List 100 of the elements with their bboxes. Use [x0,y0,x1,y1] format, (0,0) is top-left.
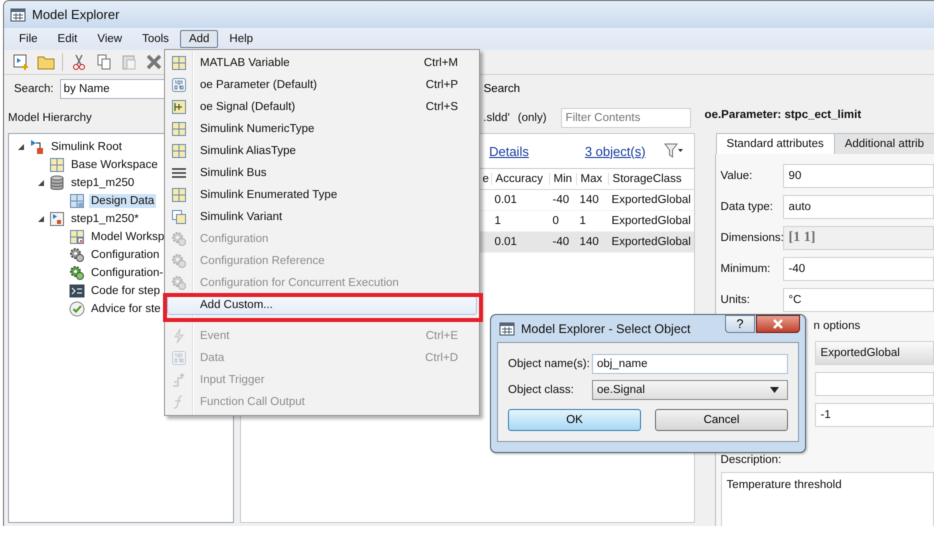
caret-icon [770,387,779,393]
tree-item[interactable]: Configuration- [89,266,166,280]
grid-icon [171,187,187,203]
value-field[interactable]: 90 [782,164,934,188]
ok-button[interactable]: OK [508,409,641,431]
menu-item[interactable]: View [88,30,132,48]
table-cell-text: 0.01 [494,236,518,248]
menu-item[interactable]: Add [180,30,218,48]
gear-icon [171,231,187,247]
name-field[interactable]: obj_name [592,354,788,374]
block-diagram-icon [29,139,45,155]
menu-item[interactable]: oe Parameter (Default) Ctrl+P [193,76,477,94]
menu-item[interactable]: Simulink Variant [193,208,477,226]
table-cell-text: ExportedGlobal [610,194,692,206]
gear-icon [171,253,187,269]
value-field[interactable]: -40 [782,256,934,280]
table-cell-text: 1 [578,215,587,227]
window-title: Model Explorer [32,7,120,22]
tree-item[interactable]: step1_m250 [69,176,136,190]
column-header[interactable]: Max [576,173,608,185]
tree-item[interactable]: Code for step [89,284,162,298]
object-title: oe.Parameter: stpc_ect_limit [704,109,862,121]
menu-item[interactable]: Help [220,30,262,48]
table-cell-text: 140 [578,236,600,248]
menu-item[interactable]: MATLAB Variable Ctrl+M [193,54,477,72]
menu-item[interactable]: Simulink Bus [193,164,477,182]
new-model-icon[interactable] [12,53,30,71]
field-label: Dimensions: [720,232,783,244]
cut-icon[interactable] [70,53,88,71]
table-cell-text: -40 [552,236,570,248]
check-icon [69,301,85,317]
field-label: Value: [720,170,754,182]
tree-item[interactable]: Base Workspace [69,158,160,172]
signal-icon [171,99,187,115]
tab[interactable]: Standard attributes [716,133,835,154]
class-dropdown[interactable]: oe.Signal [592,380,788,400]
binary-icon [171,350,187,366]
menu-item[interactable]: Simulink AliasType [193,142,477,160]
details-link[interactable]: Details [489,144,529,158]
help-button[interactable]: ? [725,315,755,333]
storage-class-dropdown[interactable]: ExportedGlobal [814,340,934,364]
table-cell-text: 140 [578,194,600,206]
delete-icon[interactable] [145,53,163,71]
menu-item[interactable]: Tools [133,30,178,48]
tree-item[interactable]: Advice for ste [89,302,163,316]
binary-icon [171,77,187,93]
trigger-icon [171,372,187,388]
field-label: Units: [720,294,751,306]
cancel-button[interactable]: Cancel [655,409,788,431]
field-label: Object name(s): [508,358,591,370]
menu-item[interactable]: Edit [48,30,86,48]
tree-item[interactable]: Configuration [89,248,162,262]
object-count-link[interactable]: 3 object(s) [584,144,646,158]
panel-title: Model Hierarchy [8,112,92,124]
database-icon [49,175,65,191]
tree-item[interactable]: Design Data [89,194,156,208]
group-label: n options [814,320,860,332]
filter-icon[interactable] [664,143,684,159]
column-header[interactable]: Min [548,173,576,185]
grid-database-icon [69,193,85,209]
tree-item[interactable]: Model Worksp [89,230,166,244]
value-field[interactable]: °C [782,288,934,312]
gear-icon [69,247,85,263]
column-header[interactable]: Accuracy [490,173,549,185]
menu-item[interactable]: Simulink Enumerated Type [193,186,477,204]
filter-field[interactable]: Filter Contents [560,108,691,128]
lightning-icon [171,328,187,344]
value-field[interactable]: -1 [814,402,934,426]
column-header[interactable]: StorageClass [608,173,694,185]
collapse-arrow-icon[interactable] [37,215,45,223]
close-icon [772,319,784,329]
grid-icon [171,143,187,159]
dialog-title: Model Explorer - Select Object [521,322,691,336]
value-field[interactable] [814,372,934,396]
field-label: Data type: [720,200,774,212]
table-cell-text: 1 [494,215,502,227]
tree-item[interactable]: Simulink Root [49,140,124,154]
model-icon [49,211,65,227]
menu-item[interactable]: Simulink NumericType [193,120,477,138]
collapse-arrow-icon[interactable] [37,179,45,187]
close-button[interactable] [756,315,800,333]
app-icon [10,6,26,22]
grid-icon [171,55,187,71]
field-label: Description: [720,454,782,466]
table-cell-text: -40 [552,194,570,206]
table-cell-text: ExportedGlobal [610,236,692,248]
value-field[interactable]: auto [782,194,934,218]
search-label: Search: [14,83,54,95]
menu-item[interactable]: File [10,30,47,48]
workspace-icon [69,229,85,245]
search-button[interactable]: Search [480,81,524,97]
tab[interactable]: Additional attrib [834,133,934,154]
table-cell-text: 0.01 [494,194,518,206]
tree-item[interactable]: step1_m250* [69,212,141,226]
menu-item[interactable]: oe Signal (Default) Ctrl+S [193,98,477,116]
description-field[interactable]: Temperature threshold [720,472,934,526]
scope-note: (only) [518,112,547,124]
field-label: Object class: [508,384,575,396]
collapse-arrow-icon[interactable] [17,143,25,151]
copy-icon[interactable] [95,53,113,71]
